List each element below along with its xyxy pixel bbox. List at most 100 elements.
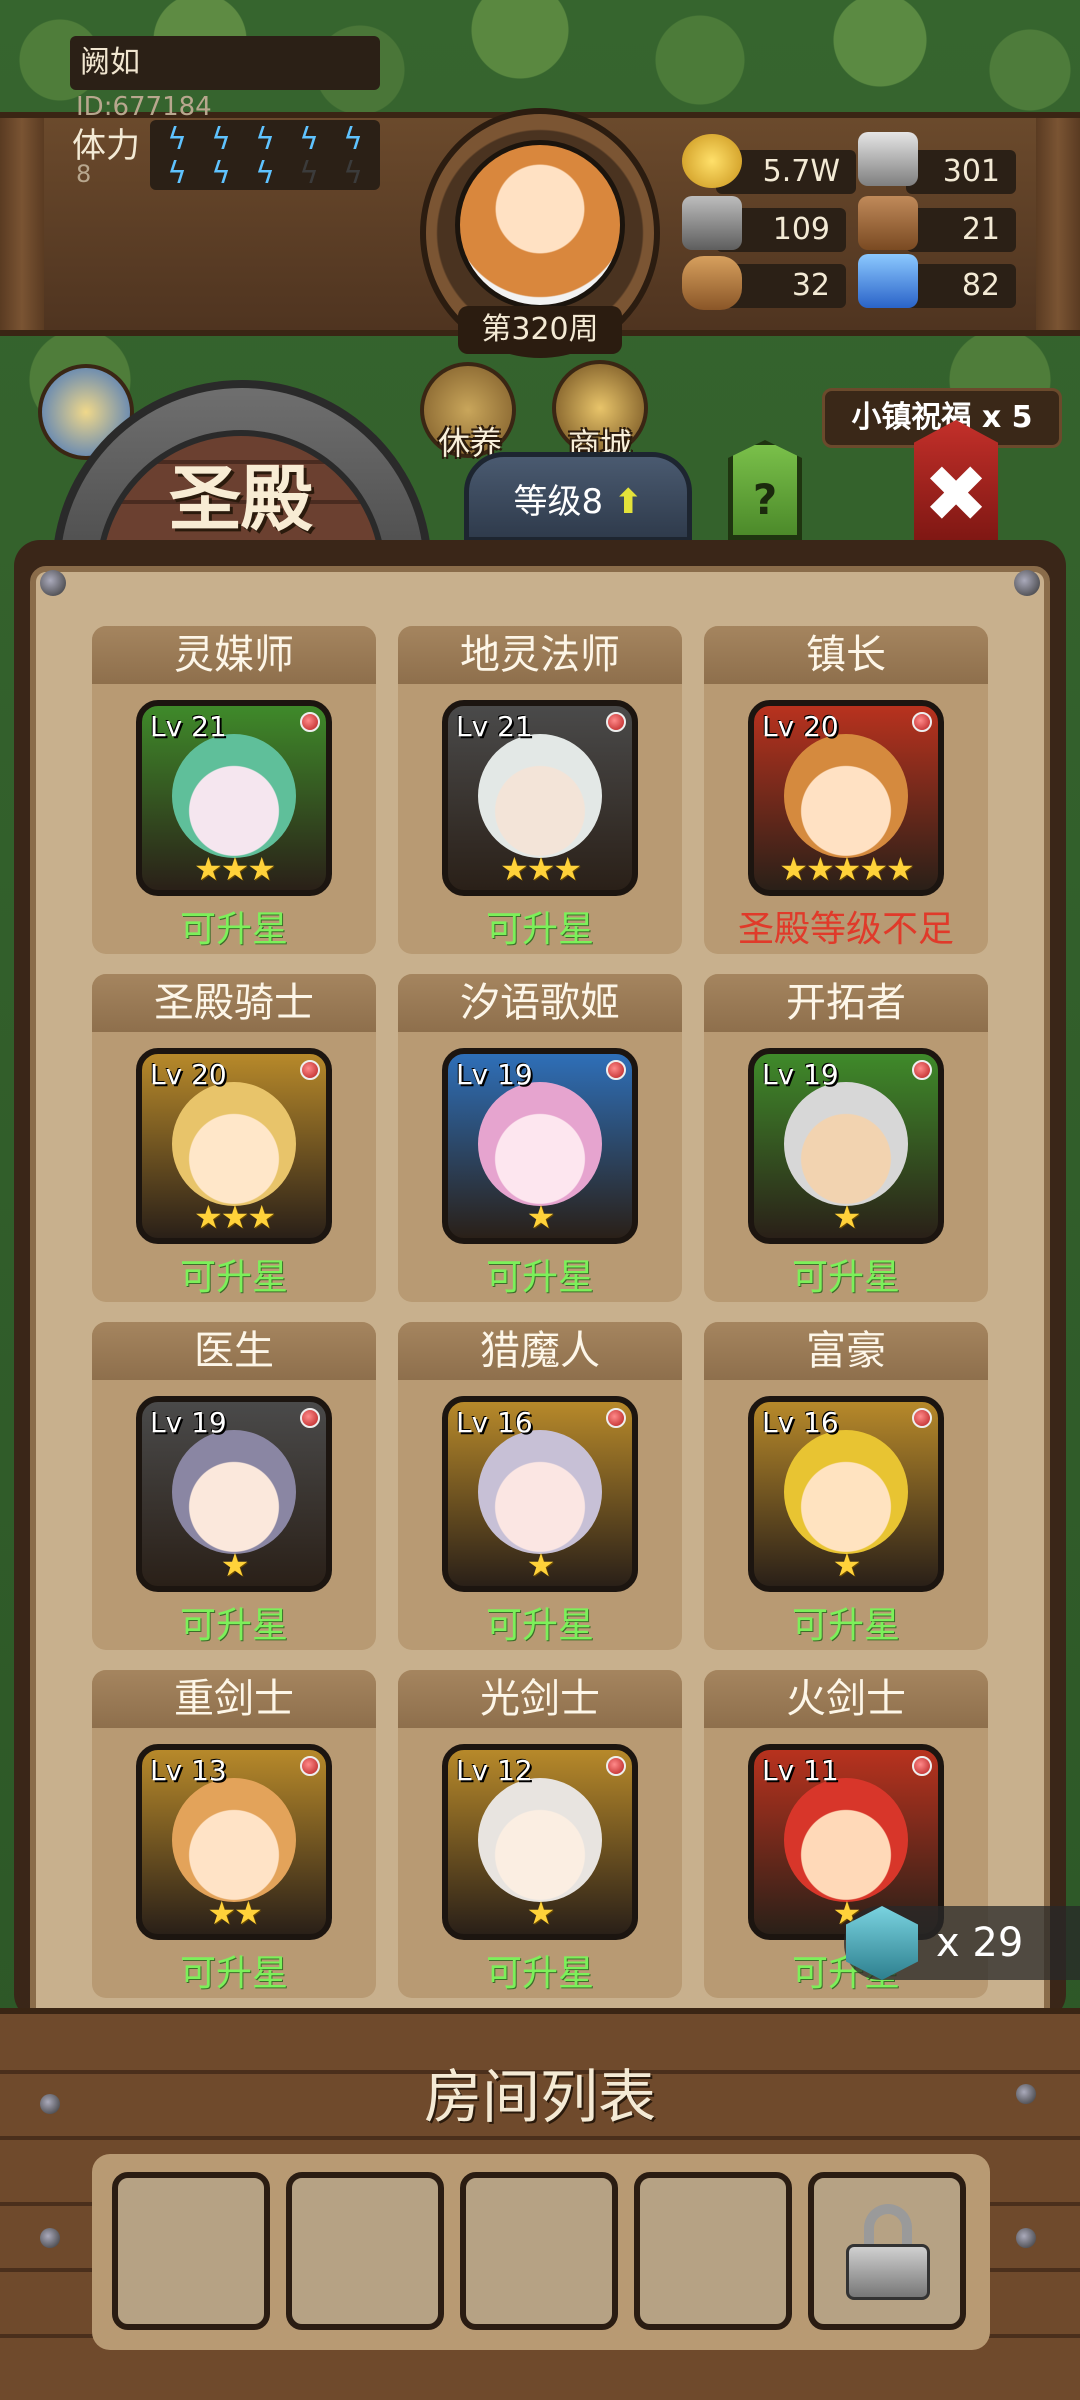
iron-amount: 301 (906, 150, 1016, 194)
hero-portrait[interactable]: Lv 13 ★★ (136, 1744, 332, 1940)
hero-portrait[interactable]: Lv 21 ★★★ (136, 700, 332, 896)
star-rating: ★★★ (193, 850, 276, 888)
star-rating: ★★★★★ (779, 850, 914, 888)
notification-dot-icon (606, 1060, 626, 1080)
stone-icon (682, 196, 742, 250)
hero-name: 汐语歌姬 (398, 974, 682, 1032)
hero-level: Lv 19 (150, 1406, 227, 1439)
gold-coin-icon (682, 134, 742, 188)
notification-dot-icon (912, 1060, 932, 1080)
wood-log-icon (682, 256, 742, 310)
hero-portrait[interactable]: Lv 19 ★ (136, 1396, 332, 1592)
hero-card[interactable]: 重剑士 Lv 13 ★★ 可升星 (92, 1670, 376, 1998)
hero-status: 可升星 (791, 1605, 900, 1646)
hero-level: Lv 11 (762, 1754, 839, 1787)
hero-portrait[interactable]: Lv 12 ★ (442, 1744, 638, 1940)
lock-icon (846, 2204, 930, 2300)
hero-level: Lv 16 (456, 1406, 533, 1439)
header-rail-left (0, 118, 44, 330)
hero-card[interactable]: 开拓者 Lv 19 ★ 可升星 (704, 974, 988, 1302)
hero-card[interactable]: 圣殿骑士 Lv 20 ★★★ 可升星 (92, 974, 376, 1302)
hero-name: 灵媒师 (92, 626, 376, 684)
hero-status: 圣殿等级不足 (737, 909, 954, 950)
hero-name: 开拓者 (704, 974, 988, 1032)
hero-status: 可升星 (485, 909, 594, 950)
room-slot[interactable] (286, 2172, 444, 2330)
rivet (1016, 2228, 1036, 2248)
notification-dot-icon (300, 1756, 320, 1776)
rivet (40, 2228, 60, 2248)
hero-portrait[interactable]: Lv 21 ★★★ (442, 700, 638, 896)
notification-dot-icon (606, 712, 626, 732)
hero-portrait[interactable]: Lv 20 ★★★★★ (748, 700, 944, 896)
hero-level: Lv 20 (150, 1058, 227, 1091)
bolt-empty-icon: ϟ (343, 156, 363, 191)
hero-level: Lv 12 (456, 1754, 533, 1787)
hero-portrait[interactable]: Lv 20 ★★★ (136, 1048, 332, 1244)
notification-dot-icon (300, 1060, 320, 1080)
hero-name: 重剑士 (92, 1670, 376, 1728)
hero-card[interactable]: 光剑士 Lv 12 ★ 可升星 (398, 1670, 682, 1998)
lock-body (846, 2244, 930, 2300)
leather-icon (858, 196, 918, 250)
notification-dot-icon (606, 1756, 626, 1776)
star-rating: ★ (526, 1894, 556, 1932)
hero-name: 圣殿骑士 (92, 974, 376, 1032)
hero-level: Lv 19 (456, 1058, 533, 1091)
hero-card[interactable]: 医生 Lv 19 ★ 可升星 (92, 1322, 376, 1650)
hero-portrait[interactable]: Lv 16 ★ (748, 1396, 944, 1592)
bolt-icon: ϟ (211, 122, 231, 157)
room-slot[interactable] (112, 2172, 270, 2330)
temple-level-tab[interactable]: 等级8 ⬆ (464, 452, 692, 542)
star-rating: ★★ (207, 1894, 262, 1932)
bolt-icon: ϟ (255, 122, 275, 157)
hero-card[interactable]: 灵媒师 Lv 21 ★★★ 可升星 (92, 626, 376, 954)
hero-face (172, 1082, 296, 1206)
hero-level: Lv 16 (762, 1406, 839, 1439)
hero-level: Lv 19 (762, 1058, 839, 1091)
avatar[interactable] (455, 140, 625, 310)
room-slot[interactable] (634, 2172, 792, 2330)
star-rating: ★★★ (193, 1198, 276, 1236)
hero-portrait[interactable]: Lv 19 ★ (442, 1048, 638, 1244)
star-rating: ★ (220, 1546, 250, 1584)
hero-status: 可升星 (179, 1257, 288, 1298)
bolt-icon: ϟ (299, 122, 319, 157)
hero-level: Lv 21 (150, 710, 227, 743)
notification-dot-icon (912, 1408, 932, 1428)
leather-amount: 21 (906, 208, 1016, 252)
hero-portrait[interactable]: Lv 16 ★ (442, 1396, 638, 1592)
hero-status: 可升星 (179, 909, 288, 950)
hero-card[interactable]: 汐语歌姬 Lv 19 ★ 可升星 (398, 974, 682, 1302)
notification-dot-icon (912, 712, 932, 732)
temple-level: 等级8 (513, 482, 604, 522)
close-button[interactable]: ✖ (914, 420, 998, 546)
hero-face (784, 1778, 908, 1902)
week-badge: 第320周 (458, 306, 622, 354)
hero-name: 富豪 (704, 1322, 988, 1380)
help-button[interactable]: ? (728, 440, 802, 540)
hero-status: 可升星 (485, 1953, 594, 1994)
bolt-icon: ϟ (167, 156, 187, 191)
hero-card[interactable]: 镇长 Lv 20 ★★★★★ 圣殿等级不足 (704, 626, 988, 954)
stamina-value: 8 (76, 160, 92, 188)
hero-face (478, 1778, 602, 1902)
hero-level: Lv 21 (456, 710, 533, 743)
hero-name: 火剑士 (704, 1670, 988, 1728)
hero-card[interactable]: 猎魔人 Lv 16 ★ 可升星 (398, 1322, 682, 1650)
hero-card[interactable]: 地灵法师 Lv 21 ★★★ 可升星 (398, 626, 682, 954)
star-rating: ★★★ (499, 850, 582, 888)
crystal-icon (858, 254, 918, 308)
bolt-icon: ϟ (211, 156, 231, 191)
room-slot[interactable] (460, 2172, 618, 2330)
page-title: 圣殿 (168, 457, 313, 541)
rivet (1014, 570, 1040, 596)
hero-card[interactable]: 富豪 Lv 16 ★ 可升星 (704, 1322, 988, 1650)
bolt-icon: ϟ (167, 122, 187, 157)
hero-name: 地灵法师 (398, 626, 682, 684)
bolt-icon: ϟ (255, 156, 275, 191)
hero-face (784, 1430, 908, 1554)
hero-face (172, 1430, 296, 1554)
hero-portrait[interactable]: Lv 19 ★ (748, 1048, 944, 1244)
hero-name: 猎魔人 (398, 1322, 682, 1380)
